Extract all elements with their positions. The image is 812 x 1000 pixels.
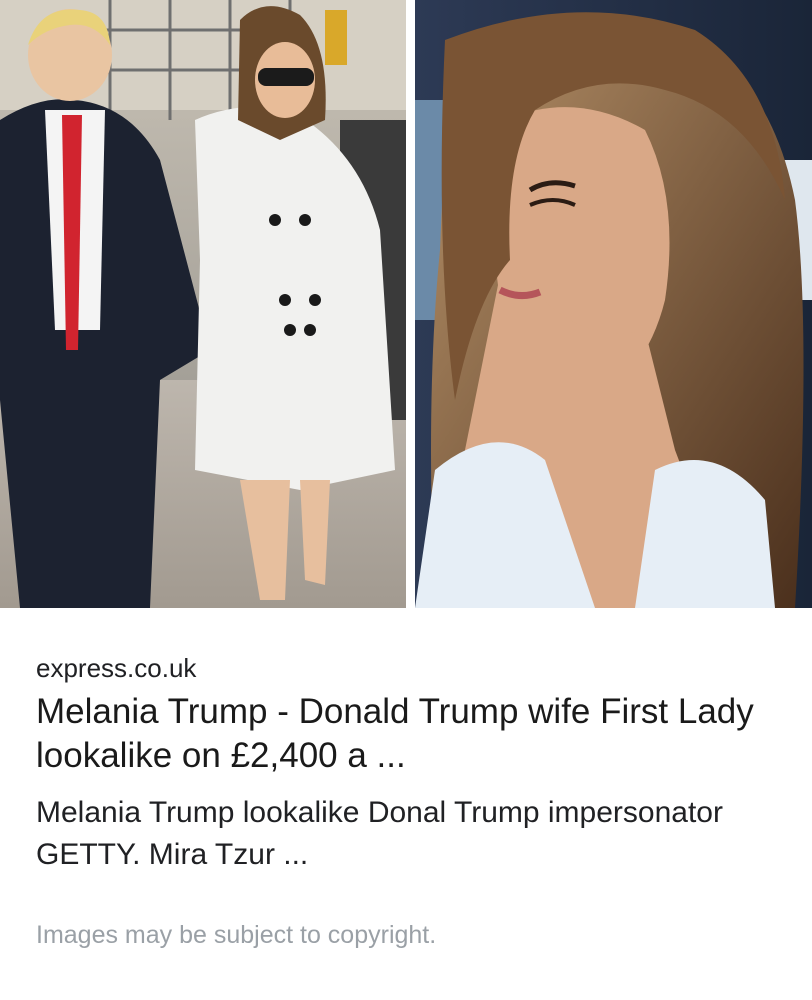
result-description: Melania Trump lookalike Donal Trump impe…	[36, 796, 723, 871]
photo-woman-closeup-illustration	[415, 0, 812, 608]
source-domain[interactable]: express.co.uk	[36, 650, 782, 686]
result-details: express.co.uk Melania Trump - Donald Tru…	[36, 650, 782, 876]
photo-couple-walking[interactable]	[0, 0, 406, 608]
copyright-notice: Images may be subject to copyright.	[36, 921, 437, 949]
photo-woman-closeup[interactable]	[415, 0, 812, 608]
result-title[interactable]: Melania Trump - Donald Trump wife First …	[36, 690, 782, 778]
photo-couple-walking-illustration	[0, 0, 406, 608]
image-preview[interactable]	[0, 0, 812, 608]
